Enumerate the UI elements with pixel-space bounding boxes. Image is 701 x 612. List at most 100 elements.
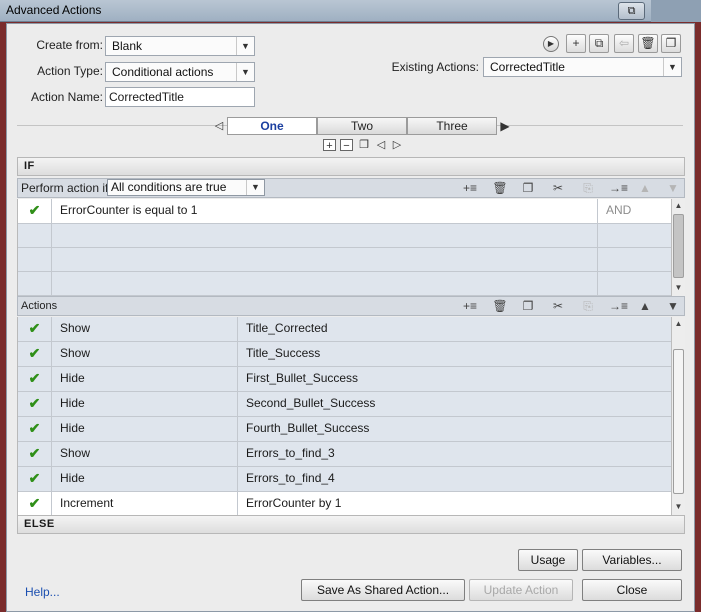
action-command: Hide [52, 367, 238, 391]
copy-condition-icon[interactable]: ❐ [520, 181, 536, 195]
action-row[interactable]: ✔ Show Title_Corrected [18, 317, 672, 342]
import-action-icon[interactable]: ⇦ [614, 34, 634, 53]
create-from-value: Blank [112, 39, 143, 53]
conditions-grid: ✔ ErrorCounter is equal to 1 AND ▲ ▼ [17, 199, 685, 296]
scroll-thumb[interactable] [673, 214, 684, 278]
cut-action-row-icon[interactable]: ✂ [550, 299, 566, 313]
conditions-scrollbar[interactable]: ▲ ▼ [671, 199, 685, 296]
indent-action-row-icon[interactable]: →≡ [609, 299, 628, 313]
check-icon[interactable]: ✔ [18, 367, 52, 391]
check-icon[interactable]: ✔ [18, 317, 52, 341]
tab-one[interactable]: One [227, 117, 317, 135]
check-icon[interactable]: ✔ [18, 199, 52, 223]
create-from-select[interactable]: Blank ▼ [105, 36, 255, 56]
delete-action-icon[interactable]: 🗑 [638, 34, 658, 53]
preview-play-icon[interactable]: ▶ [543, 36, 559, 52]
scroll-down-icon[interactable]: ▼ [672, 500, 685, 514]
actions-grid: ✔ Show Title_Corrected ✔ Show Title_Succ… [17, 317, 685, 517]
action-command: Show [52, 442, 238, 466]
tab-two[interactable]: Two [317, 117, 407, 135]
scroll-down-icon[interactable]: ▼ [672, 281, 685, 295]
usage-button[interactable]: Usage [518, 549, 578, 571]
if-toolbar: Perform action if: All conditions are tr… [17, 178, 685, 198]
add-action-icon[interactable]: + [566, 34, 586, 53]
cut-condition-icon[interactable]: ✂ [550, 181, 566, 195]
copy-action-icon[interactable]: ❐ [661, 34, 681, 53]
check-icon[interactable]: ✔ [18, 342, 52, 366]
action-row[interactable]: ✔ Show Errors_to_find_3 [18, 442, 672, 467]
tab-three[interactable]: Three [407, 117, 497, 135]
check-icon[interactable]: ✔ [18, 492, 52, 516]
condition-row[interactable] [18, 223, 672, 248]
condition-row[interactable]: ✔ ErrorCounter is equal to 1 AND [18, 199, 672, 224]
condition-mode-select[interactable]: All conditions are true ▼ [107, 179, 265, 196]
action-name-field[interactable]: CorrectedTitle [105, 87, 255, 107]
scroll-up-icon[interactable]: ▲ [672, 199, 685, 213]
empty-check-cell[interactable] [18, 271, 52, 295]
variables-button[interactable]: Variables... [582, 549, 682, 571]
action-target: Errors_to_find_4 [238, 467, 672, 491]
move-down-icon[interactable]: ▼ [665, 181, 681, 195]
copy-action-row-icon[interactable]: ❐ [520, 299, 536, 313]
close-button[interactable]: Close [582, 579, 682, 601]
else-header[interactable]: ELSE [17, 515, 685, 534]
insert-condition-icon[interactable]: +≡ [462, 181, 478, 195]
scroll-right-play-icon[interactable]: ▶ [498, 120, 512, 132]
check-icon[interactable]: ✔ [18, 442, 52, 466]
paste-condition-icon[interactable]: ⎘ [580, 181, 596, 195]
next-decision-icon[interactable]: ▷ [390, 139, 404, 151]
condition-text: ErrorCounter is equal to 1 [52, 199, 598, 223]
check-icon[interactable]: ✔ [18, 417, 52, 441]
action-row[interactable]: ✔ Hide Errors_to_find_4 [18, 467, 672, 492]
empty-check-cell[interactable] [18, 223, 52, 247]
indent-condition-icon[interactable]: →≡ [609, 181, 628, 195]
actions-scrollbar[interactable]: ▲ ▼ [671, 317, 685, 515]
condition-row[interactable] [18, 271, 672, 296]
remove-decision-icon[interactable]: − [340, 139, 353, 152]
delete-action-row-icon[interactable]: 🗑 [492, 299, 508, 313]
existing-actions-label: Existing Actions: [391, 60, 479, 74]
empty-check-cell[interactable] [18, 247, 52, 271]
update-action-button[interactable]: Update Action [469, 579, 573, 601]
move-up-icon[interactable]: ▲ [637, 299, 653, 313]
advanced-actions-dialog: Create from: Blank ▼ Action Type: Condit… [6, 23, 695, 612]
action-type-select[interactable]: Conditional actions ▼ [105, 62, 255, 82]
actions-header: Actions [21, 300, 58, 312]
previous-decision-icon[interactable]: ◁ [374, 139, 388, 151]
action-command: Hide [52, 392, 238, 416]
paste-action-row-icon[interactable]: ⎘ [580, 299, 596, 313]
save-as-shared-action-button[interactable]: Save As Shared Action... [301, 579, 465, 601]
copy-decision-icon[interactable]: ❐ [357, 139, 371, 151]
help-link[interactable]: Help... [25, 585, 60, 599]
insert-action-icon[interactable]: +≡ [462, 299, 478, 313]
scroll-left-icon[interactable]: ◁ [212, 120, 226, 132]
move-down-icon[interactable]: ▼ [665, 299, 681, 313]
check-icon[interactable]: ✔ [18, 467, 52, 491]
action-type-value: Conditional actions [112, 65, 214, 79]
window-edge [651, 0, 701, 22]
restore-window-icon[interactable]: ⧉ [618, 2, 645, 20]
window-title: Advanced Actions [6, 3, 102, 17]
action-row-selected[interactable]: ✔ Increment ErrorCounter by 1 [18, 492, 672, 517]
condition-row[interactable] [18, 247, 672, 272]
scroll-thumb[interactable] [673, 349, 684, 494]
action-target: ErrorCounter by 1 [238, 492, 672, 516]
add-decision-icon[interactable]: + [323, 139, 336, 152]
action-row[interactable]: ✔ Show Title_Success [18, 342, 672, 367]
existing-actions-value: CorrectedTitle [490, 60, 565, 74]
condition-operator: AND [598, 199, 672, 223]
action-row[interactable]: ✔ Hide Fourth_Bullet_Success [18, 417, 672, 442]
action-name-label: Action Name: [30, 90, 103, 104]
action-row[interactable]: ✔ Hide Second_Bullet_Success [18, 392, 672, 417]
move-up-icon[interactable]: ▲ [637, 181, 653, 195]
duplicate-action-icon[interactable]: ⧉ [589, 34, 609, 53]
condition-text [52, 247, 598, 271]
condition-operator [598, 223, 672, 247]
delete-condition-icon[interactable]: 🗑 [492, 181, 508, 195]
title-bar: Advanced Actions ⧉ [0, 0, 701, 22]
check-icon[interactable]: ✔ [18, 392, 52, 416]
scroll-up-icon[interactable]: ▲ [672, 317, 685, 331]
action-command: Show [52, 342, 238, 366]
action-row[interactable]: ✔ Hide First_Bullet_Success [18, 367, 672, 392]
existing-actions-select[interactable]: CorrectedTitle ▼ [483, 57, 682, 77]
